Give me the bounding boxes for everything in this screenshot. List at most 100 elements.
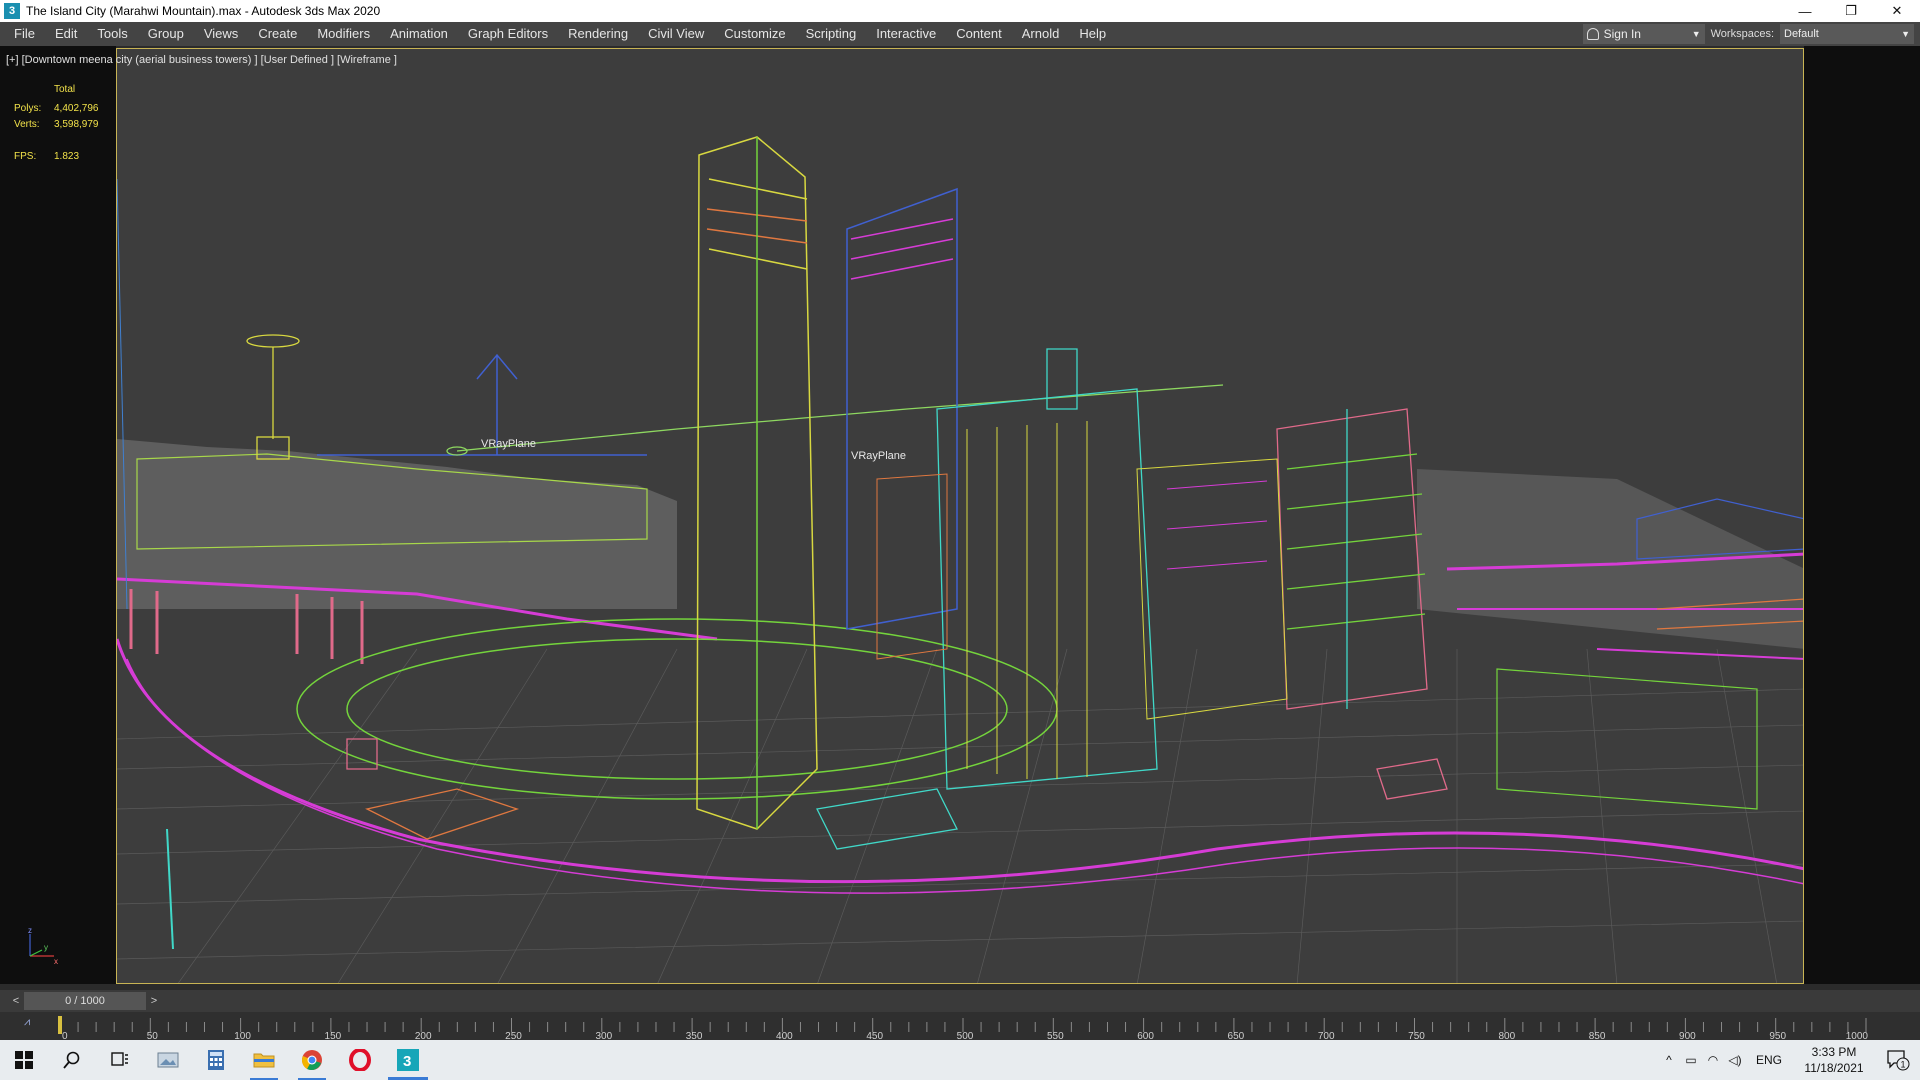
language-indicator[interactable]: ENG [1756,1053,1782,1067]
close-button[interactable]: ✕ [1874,0,1920,22]
3dsmax-app-icon[interactable]: 3 [4,3,20,19]
workspaces-label: Workspaces: [1710,28,1774,40]
action-center-button[interactable]: 1 [1876,1049,1920,1071]
stats-verts-value: 3,598,979 [54,118,99,130]
tick-label: 400 [776,1031,793,1040]
taskbar-app-file-explorer[interactable] [240,1040,288,1080]
menu-help[interactable]: Help [1069,22,1116,46]
task-view-button[interactable] [96,1040,144,1080]
tick-label: 350 [686,1031,703,1040]
menu-create[interactable]: Create [248,22,307,46]
taskbar-clock[interactable]: 3:33 PM 11/18/2021 [1792,1044,1876,1076]
tick-label: 200 [415,1031,432,1040]
menu-modifiers[interactable]: Modifiers [307,22,380,46]
menu-interactive[interactable]: Interactive [866,22,946,46]
tick-label: 950 [1769,1031,1786,1040]
menu-rendering[interactable]: Rendering [558,22,638,46]
workspace-select[interactable]: Default ▼ [1780,24,1914,44]
tick-label: 100 [234,1031,251,1040]
menu-animation[interactable]: Animation [380,22,458,46]
windows-taskbar: 3 ^ ▭ ◠ ◁) ENG 3:33 PM 11/18/2021 1 [0,1040,1920,1080]
tick-label: 750 [1408,1031,1425,1040]
stats-verts-label: Verts: [14,118,40,130]
tick-label: 300 [595,1031,612,1040]
plaza-details [346,738,1448,850]
axis-y-label: y [44,943,48,952]
track-bar-ticks: 0 50 100 150 200 250 300 350 400 450 500 550 600 650 7… [58,1016,1868,1040]
battery-icon[interactable]: ▭ [1680,1053,1702,1067]
system-tray: ^ ▭ ◠ ◁) ENG 3:33 PM 11/18/2021 1 [1658,1040,1920,1080]
tick-label: 600 [1137,1031,1154,1040]
menu-customize[interactable]: Customize [714,22,795,46]
viewport-right-margin [1804,46,1920,984]
stats-polys-label: Polys: [14,102,42,114]
chevron-down-icon: ▼ [1901,29,1910,39]
time-slider[interactable]: 0 / 1000 [24,992,146,1010]
tick-label: 650 [1228,1031,1245,1040]
stats-fps-label: FPS: [14,150,37,162]
volume-icon[interactable]: ◁) [1724,1053,1746,1067]
menu-file[interactable]: File [0,22,45,46]
restore-button[interactable]: ❐ [1828,0,1874,22]
folder-icon [253,1053,275,1068]
vray-plane-label-2: VRayPlane [851,450,906,462]
taskbar-app-chrome[interactable] [288,1040,336,1080]
tick-label: 850 [1589,1031,1606,1040]
menu-graph-editors[interactable]: Graph Editors [458,22,558,46]
previous-frame-button[interactable]: < [8,992,24,1010]
tick-label: 700 [1318,1031,1335,1040]
ground-grid [117,648,1803,983]
stats-total-label: Total [54,84,76,95]
vray-plane-label-1: VRayPlane [481,438,536,450]
tick-label: 0 [62,1031,68,1040]
taskbar-app-calculator[interactable] [192,1040,240,1080]
menu-content[interactable]: Content [946,22,1012,46]
perspective-viewport[interactable]: VRayPlane VRayPlane [116,48,1804,984]
stats-fps-row: FPS: 1.823 [14,148,99,164]
notification-count: 1 [1901,1060,1906,1070]
tick-labels: 0 50 100 150 200 250 300 350 400 450 500 550 600 650 7… [62,1031,1868,1040]
taskbar-app-photos[interactable] [144,1040,192,1080]
menu-arnold[interactable]: Arnold [1012,22,1070,46]
menu-views[interactable]: Views [194,22,248,46]
tick-label: 900 [1679,1031,1696,1040]
taskbar-app-opera[interactable] [336,1040,384,1080]
workspace-value: Default [1784,28,1819,40]
tick-label: 500 [957,1031,974,1040]
menu-civil-view[interactable]: Civil View [638,22,714,46]
user-icon [1586,28,1599,40]
wifi-icon[interactable]: ◠ [1702,1053,1724,1067]
chrome-icon [302,1050,322,1071]
chevron-down-icon: ▼ [1691,29,1701,39]
menu-tools[interactable]: Tools [87,22,137,46]
search-button[interactable] [48,1040,96,1080]
next-frame-button[interactable]: > [146,992,162,1010]
task-view-icon [111,1052,128,1066]
viewport-label[interactable]: [+] [Downtown meena city (aerial busines… [6,54,397,66]
menu-edit[interactable]: Edit [45,22,87,46]
tick-label: 1000 [1846,1031,1869,1040]
track-bar[interactable]: ⩘ 0 50 100 150 200 250 300 350 400 450 500 550 600 65… [0,1012,1920,1040]
window-title-bar: 3 The Island City (Marahwi Mountain).max… [0,0,1920,22]
axis-z-label: z [28,926,32,935]
stats-verts-row: Verts: 3,598,979 [14,116,99,132]
tick-lines [59,1018,1867,1032]
tick-label: 800 [1498,1031,1515,1040]
tick-label: 550 [1047,1031,1064,1040]
taskbar-app-3dsmax[interactable]: 3 [384,1040,432,1080]
tick-label: 150 [325,1031,342,1040]
menu-scripting[interactable]: Scripting [796,22,867,46]
3dsmax-icon: 3 [397,1049,419,1071]
windows-icon [15,1051,33,1069]
axis-x-label: x [54,957,58,966]
stats-fps-value: 1.823 [54,150,80,162]
window-title: The Island City (Marahwi Mountain).max -… [26,4,381,18]
clock-time: 3:33 PM [1811,1045,1857,1059]
terrain-hills [117,439,1803,649]
menu-bar: File Edit Tools Group Views Create Modif… [0,22,1920,46]
chevron-up-icon[interactable]: ^ [1658,1053,1680,1067]
menu-group[interactable]: Group [138,22,194,46]
start-button[interactable] [0,1040,48,1080]
minimize-button[interactable]: — [1782,0,1828,22]
sign-in-button[interactable]: Sign In ▼ [1582,24,1705,44]
